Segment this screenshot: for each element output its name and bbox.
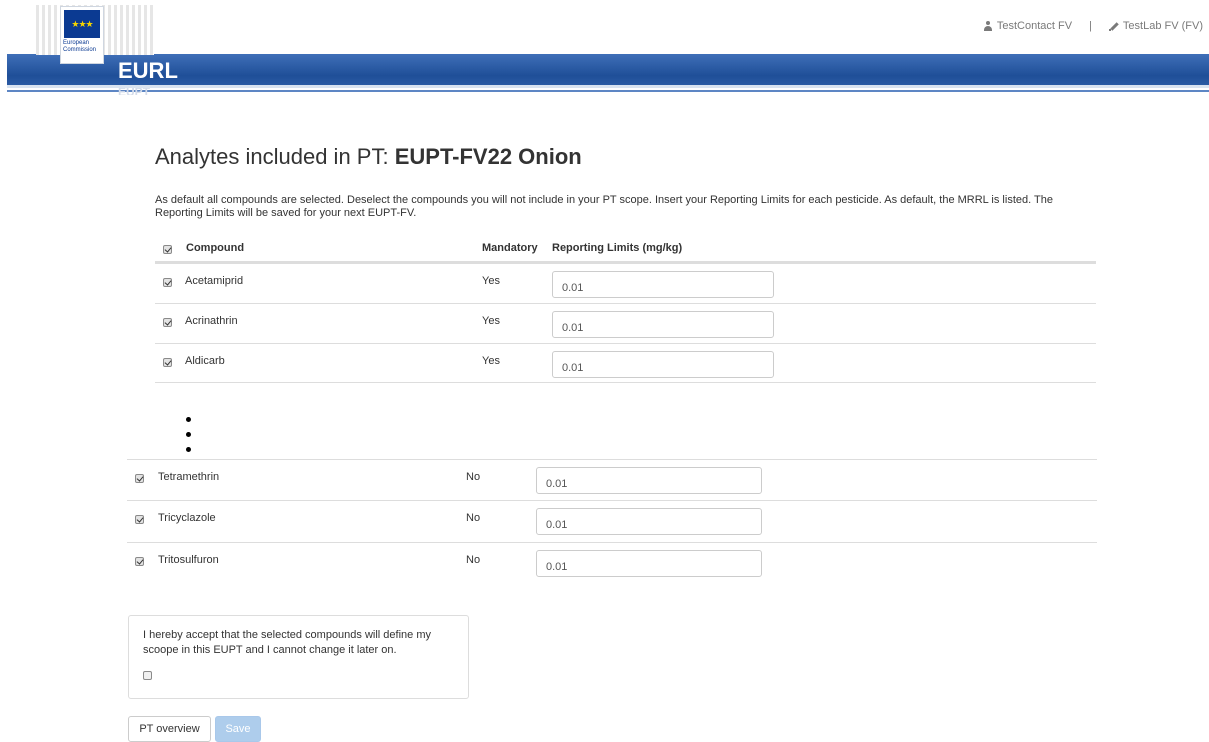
page-title-prefix: Analytes included in PT: — [155, 144, 389, 169]
compound-name: Tetramethrin — [158, 471, 220, 483]
mandatory-value: Yes — [482, 315, 500, 327]
table-row: Aldicarb Yes — [155, 343, 1096, 383]
accept-text: I hereby accept that the selected compou… — [143, 629, 431, 656]
reporting-limit-input[interactable] — [536, 467, 762, 494]
table-row: Acrinathrin Yes — [155, 303, 1096, 343]
select-all-checkbox[interactable] — [163, 243, 172, 255]
brand-subtitle: EUPT — [118, 88, 151, 95]
brand-title[interactable]: EURL — [118, 54, 178, 88]
mandatory-value: No — [466, 554, 481, 566]
user-lab-link[interactable]: TestLab FV (FV) — [1123, 20, 1203, 32]
compound-name: Acetamiprid — [185, 275, 244, 287]
compound-name: Tritosulfuron — [158, 554, 219, 566]
eu-flag-icon: ★★★ — [64, 10, 100, 38]
column-header-compound: Compound — [186, 242, 245, 254]
compound-checkbox[interactable] — [163, 276, 172, 288]
european-commission-logo[interactable]: ★★★ European Commission — [60, 6, 104, 64]
compound-name: Acrinathrin — [185, 315, 238, 327]
column-header-reporting-limits: Reporting Limits (mg/kg) — [552, 242, 683, 254]
reporting-limit-input[interactable] — [552, 311, 774, 338]
logo-text-line2: Commission — [63, 47, 97, 53]
mandatory-value: No — [466, 471, 481, 483]
compound-checkbox[interactable] — [135, 513, 144, 525]
table-header: Compound Mandatory Reporting Limits (mg/… — [155, 240, 1096, 263]
compound-name: Aldicarb — [185, 355, 225, 367]
save-button[interactable]: Save — [215, 716, 261, 742]
site-header: ★★★ European Commission EURL EUPT TestCo… — [0, 0, 1209, 95]
compound-name: Tricyclazole — [158, 512, 216, 524]
compound-checkbox[interactable] — [163, 316, 172, 328]
reporting-limit-input[interactable] — [552, 351, 774, 378]
compound-checkbox[interactable] — [135, 555, 144, 567]
mandatory-value: Yes — [482, 275, 500, 287]
table-row: Tetramethrin No — [127, 459, 1097, 499]
page-title-pt-name: EUPT-FV22 Onion — [394, 144, 582, 169]
intro-text: As default all compounds are selected. D… — [155, 194, 1053, 219]
mandatory-value: Yes — [482, 355, 500, 367]
compound-checkbox[interactable] — [163, 356, 172, 368]
table-row: Acetamiprid Yes — [155, 263, 1096, 303]
page-title: Analytes included in PT: EUPT-FV22 Onion — [155, 143, 582, 171]
pencil-icon — [1108, 21, 1119, 31]
accept-checkbox[interactable] — [143, 669, 152, 681]
table-row: Tricyclazole No — [127, 500, 1097, 540]
header-band — [7, 54, 1209, 92]
table-row: Tritosulfuron No — [127, 542, 1097, 583]
user-nav: TestContact FV | TestLab FV (FV) — [983, 20, 1203, 32]
ellipsis-dots — [186, 417, 192, 462]
nav-separator: | — [1089, 20, 1092, 32]
logo-text-line1: European — [63, 40, 90, 46]
reporting-limit-input[interactable] — [536, 508, 762, 535]
user-icon — [983, 21, 993, 31]
reporting-limit-input[interactable] — [536, 550, 762, 577]
user-contact-link[interactable]: TestContact FV — [997, 20, 1072, 32]
compound-checkbox[interactable] — [135, 472, 144, 484]
accept-panel: I hereby accept that the selected compou… — [128, 615, 469, 699]
reporting-limit-input[interactable] — [552, 271, 774, 298]
pt-overview-button[interactable]: PT overview — [128, 716, 211, 742]
column-header-mandatory: Mandatory — [482, 242, 538, 254]
mandatory-value: No — [466, 512, 481, 524]
